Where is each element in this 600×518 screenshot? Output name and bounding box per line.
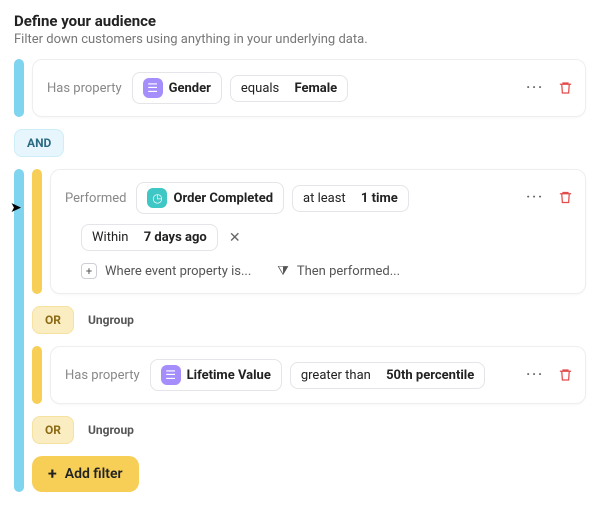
yellow-rail	[32, 169, 42, 294]
bottom-group: Performed ◷ Order Completed at least 1 t…	[14, 169, 586, 492]
has-property-label: Has property	[65, 368, 140, 383]
funnel-icon: ⧩	[277, 264, 289, 279]
where-event-property-button[interactable]: + Where event property is...	[81, 263, 251, 279]
property-icon: ☰	[161, 365, 181, 385]
event-subgroup: Performed ◷ Order Completed at least 1 t…	[32, 169, 586, 294]
has-property-label: Has property	[47, 81, 122, 96]
event-icon: ◷	[147, 188, 167, 208]
yellow-rail	[32, 346, 42, 404]
rule-actions: ···	[526, 368, 573, 383]
ungroup-button[interactable]: Ungroup	[88, 423, 134, 437]
within-value: 7 days ago	[144, 230, 207, 245]
performed-label: Performed	[65, 191, 126, 206]
add-filter-button[interactable]: + Add filter	[32, 456, 139, 492]
page-subtitle: Filter down customers using anything in …	[14, 32, 586, 47]
operator-prefix: greater than	[301, 368, 371, 383]
delete-icon[interactable]	[558, 81, 573, 96]
delete-icon[interactable]	[558, 190, 573, 205]
ungroup-button[interactable]: Ungroup	[88, 313, 134, 327]
close-icon[interactable]: ✕	[226, 229, 244, 247]
event-pill-order-completed[interactable]: ◷ Order Completed	[136, 182, 284, 214]
or-chip[interactable]: OR	[32, 306, 74, 334]
operator-pill-equals-female[interactable]: equals Female	[230, 75, 348, 102]
or-row-2: OR Ungroup	[32, 416, 586, 444]
count-value: 1 time	[361, 191, 398, 206]
delete-icon[interactable]	[558, 368, 573, 383]
then-performed-button[interactable]: ⧩ Then performed...	[277, 263, 400, 279]
plus-box-icon: +	[81, 263, 97, 279]
where-label: Where event property is...	[105, 264, 251, 279]
add-filter-label: Add filter	[65, 466, 123, 482]
more-menu-icon[interactable]: ···	[526, 81, 544, 96]
within-pill[interactable]: Within 7 days ago	[81, 224, 218, 251]
operator-prefix: equals	[241, 81, 279, 96]
count-pill[interactable]: at least 1 time	[292, 185, 409, 212]
operator-value: 50th percentile	[386, 368, 474, 383]
then-label: Then performed...	[297, 264, 400, 279]
count-prefix: at least	[303, 191, 346, 206]
event-name: Order Completed	[173, 191, 273, 206]
rule-actions: ···	[526, 190, 573, 205]
or-chip[interactable]: OR	[32, 416, 74, 444]
property-icon: ☰	[143, 78, 163, 98]
property-name: Lifetime Value	[187, 368, 271, 383]
property-pill-ltv[interactable]: ☰ Lifetime Value	[150, 359, 282, 391]
page-title: Define your audience	[14, 12, 586, 30]
property-name: Gender	[169, 81, 211, 96]
rule-card-ltv: Has property ☰ Lifetime Value greater th…	[50, 346, 586, 404]
more-menu-icon[interactable]: ···	[526, 368, 544, 383]
operator-value: Female	[295, 81, 338, 96]
or-row-1: OR Ungroup	[32, 306, 586, 334]
rule-actions: ···	[526, 81, 573, 96]
and-chip[interactable]: AND	[14, 129, 64, 157]
property-pill-gender[interactable]: ☰ Gender	[132, 72, 222, 104]
operator-pill-gt-percentile[interactable]: greater than 50th percentile	[290, 362, 485, 389]
more-menu-icon[interactable]: ···	[526, 190, 544, 205]
top-group: Has property ☰ Gender equals Female ···	[14, 59, 586, 117]
blue-rail	[14, 169, 24, 492]
ltv-subgroup: Has property ☰ Lifetime Value greater th…	[32, 346, 586, 404]
blue-rail	[14, 59, 24, 117]
within-prefix: Within	[92, 230, 128, 245]
rule-card-gender: Has property ☰ Gender equals Female ···	[32, 59, 586, 117]
rule-card-order-completed: Performed ◷ Order Completed at least 1 t…	[50, 169, 586, 294]
